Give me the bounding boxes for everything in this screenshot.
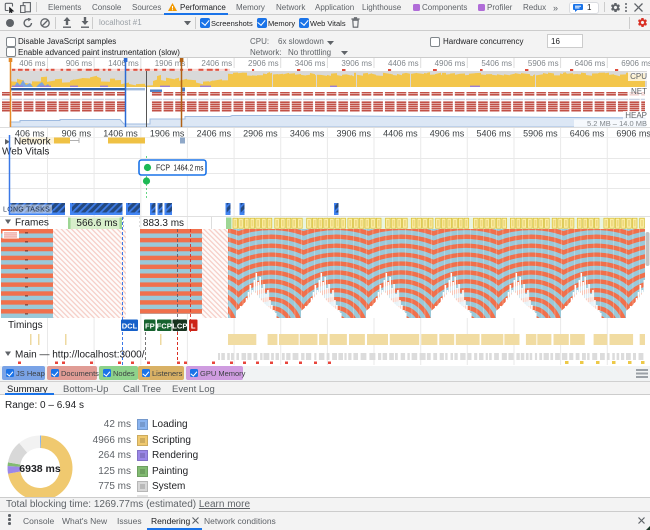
svg-text:2406 ms: 2406 ms (201, 59, 232, 68)
svg-text:1406 ms: 1406 ms (108, 59, 139, 68)
svg-text:3906 ms: 3906 ms (341, 59, 372, 68)
svg-text:906 ms: 906 ms (66, 59, 92, 68)
svg-text:4406 ms: 4406 ms (388, 59, 419, 68)
svg-text:Main — http://localhost:3000/: Main — http://localhost:3000/ (15, 350, 145, 361)
svg-text:CPU: CPU (630, 72, 647, 81)
svg-text:406 ms: 406 ms (19, 59, 45, 68)
svg-text:883.3 ms: 883.3 ms (143, 218, 184, 229)
svg-text:FCP: FCP (156, 164, 170, 173)
svg-text:Frames: Frames (15, 218, 49, 229)
svg-text:5.2 MB – 14.0 MB: 5.2 MB – 14.0 MB (587, 119, 647, 128)
svg-text:5406 ms: 5406 ms (481, 59, 512, 68)
svg-text:LONG TASKS :: LONG TASKS : (3, 207, 55, 214)
svg-text:6406 ms: 6406 ms (575, 59, 606, 68)
svg-text:6906 ms: 6906 ms (621, 59, 650, 68)
svg-text:FP: FP (145, 322, 155, 331)
svg-text:6938 ms: 6938 ms (19, 463, 61, 475)
svg-text:NET: NET (631, 87, 647, 96)
svg-text:LCP: LCP (172, 322, 187, 331)
svg-text:DCL: DCL (122, 322, 138, 331)
svg-text:566.6 ms: 566.6 ms (76, 218, 117, 229)
svg-text:L: L (191, 322, 196, 331)
svg-text:Timings: Timings (8, 320, 43, 331)
svg-text:3406 ms: 3406 ms (295, 59, 326, 68)
svg-text:4906 ms: 4906 ms (435, 59, 466, 68)
svg-text:1464.2 ms: 1464.2 ms (174, 164, 204, 173)
svg-text:2906 ms: 2906 ms (248, 59, 279, 68)
svg-text:FCP: FCP (157, 322, 172, 331)
svg-text:5906 ms: 5906 ms (528, 59, 559, 68)
